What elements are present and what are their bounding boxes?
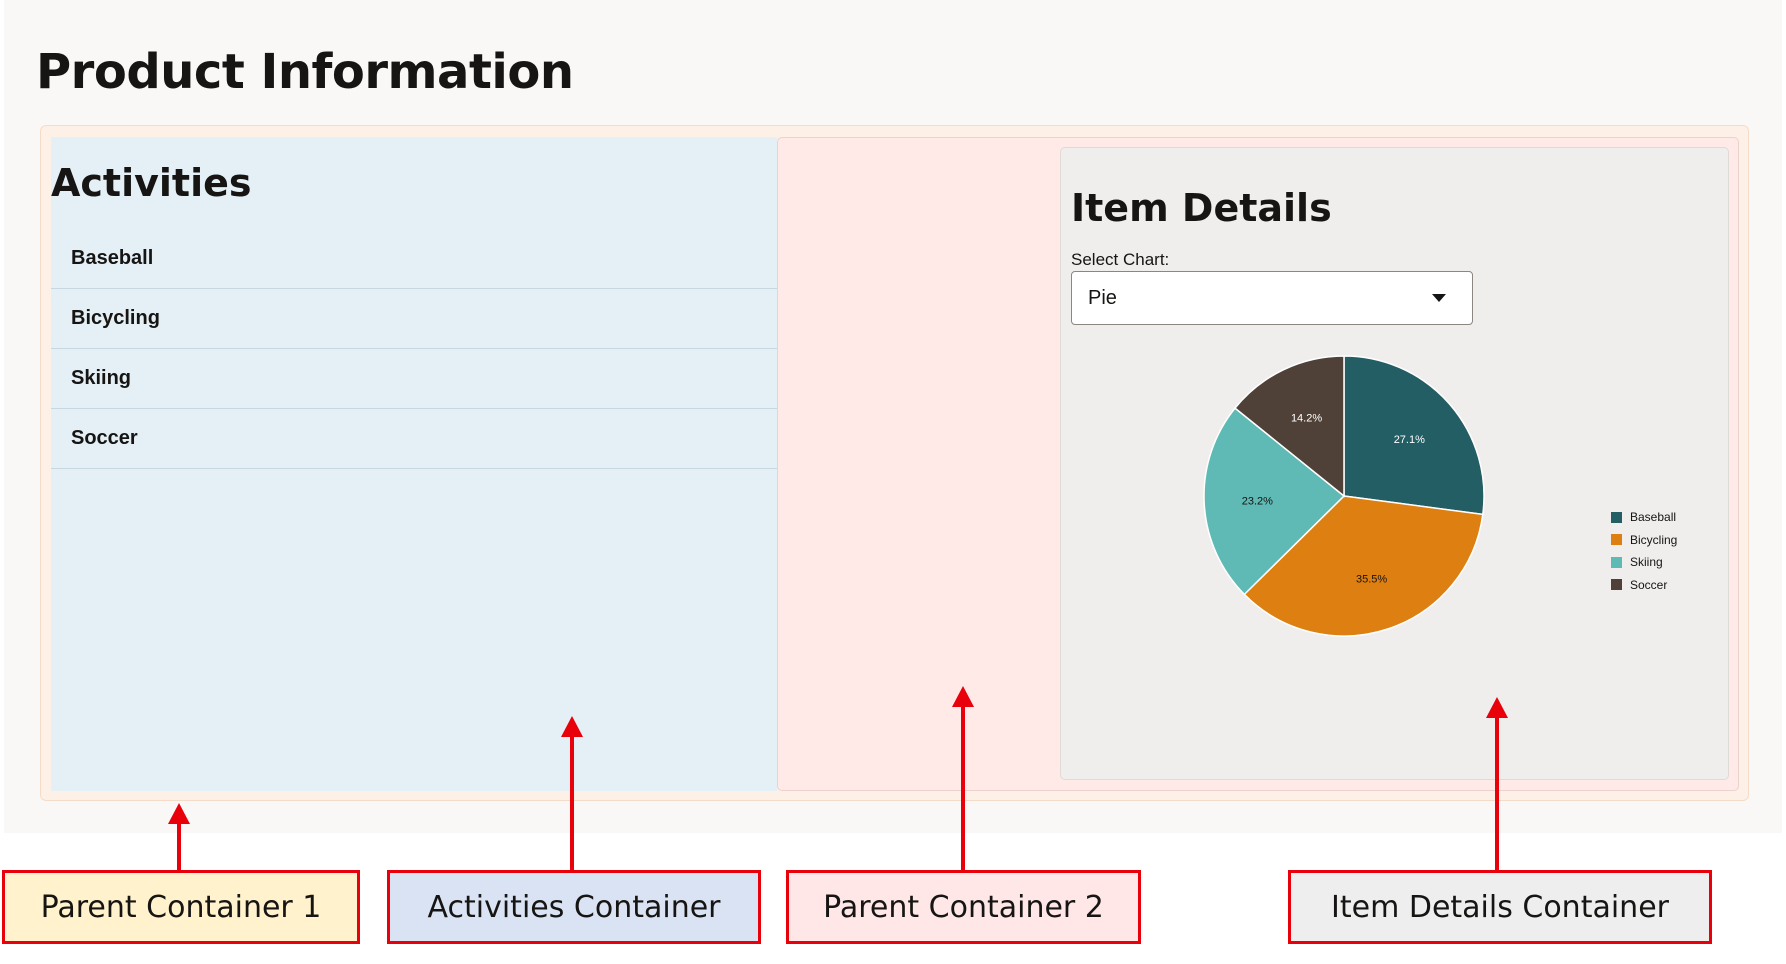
annotation-arrows [168, 686, 1508, 870]
arrow-head-icon [168, 803, 190, 824]
arrow-head-icon [1486, 697, 1508, 718]
callout-parent-container-2: Parent Container 2 [786, 870, 1141, 944]
callout-item-details-container: Item Details Container [1288, 870, 1712, 944]
arrow-head-icon [952, 686, 974, 707]
callout-activities-container: Activities Container [387, 870, 761, 944]
callout-parent-container-1: Parent Container 1 [2, 870, 360, 944]
arrow-head-icon [561, 716, 583, 737]
